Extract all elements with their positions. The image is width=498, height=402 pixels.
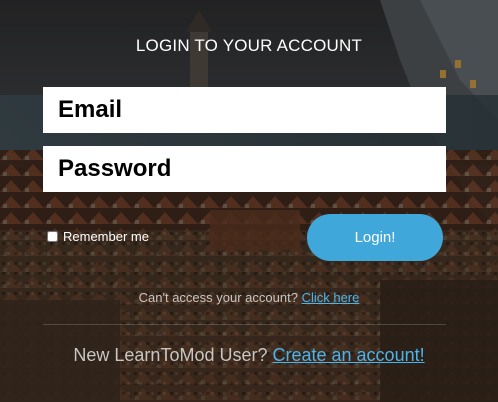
click-here-link[interactable]: Click here [302,290,360,305]
background-scene [0,0,498,402]
divider [43,324,446,325]
new-user-text: New LearnToMod User? [73,345,268,365]
login-button[interactable]: Login! [307,214,443,261]
remember-me[interactable]: Remember me [47,229,149,244]
password-field[interactable] [43,146,446,192]
remember-me-checkbox[interactable] [47,231,58,242]
page-title: LOGIN TO YOUR ACCOUNT [135,36,363,55]
new-user-line: New LearnToMod User? Create an account! [0,345,498,366]
help-text: Can't access your account? [138,290,298,305]
email-field[interactable] [43,87,446,133]
remember-me-label: Remember me [63,229,149,244]
help-line: Can't access your account? Click here [0,290,498,305]
create-account-link[interactable]: Create an account! [273,345,425,365]
